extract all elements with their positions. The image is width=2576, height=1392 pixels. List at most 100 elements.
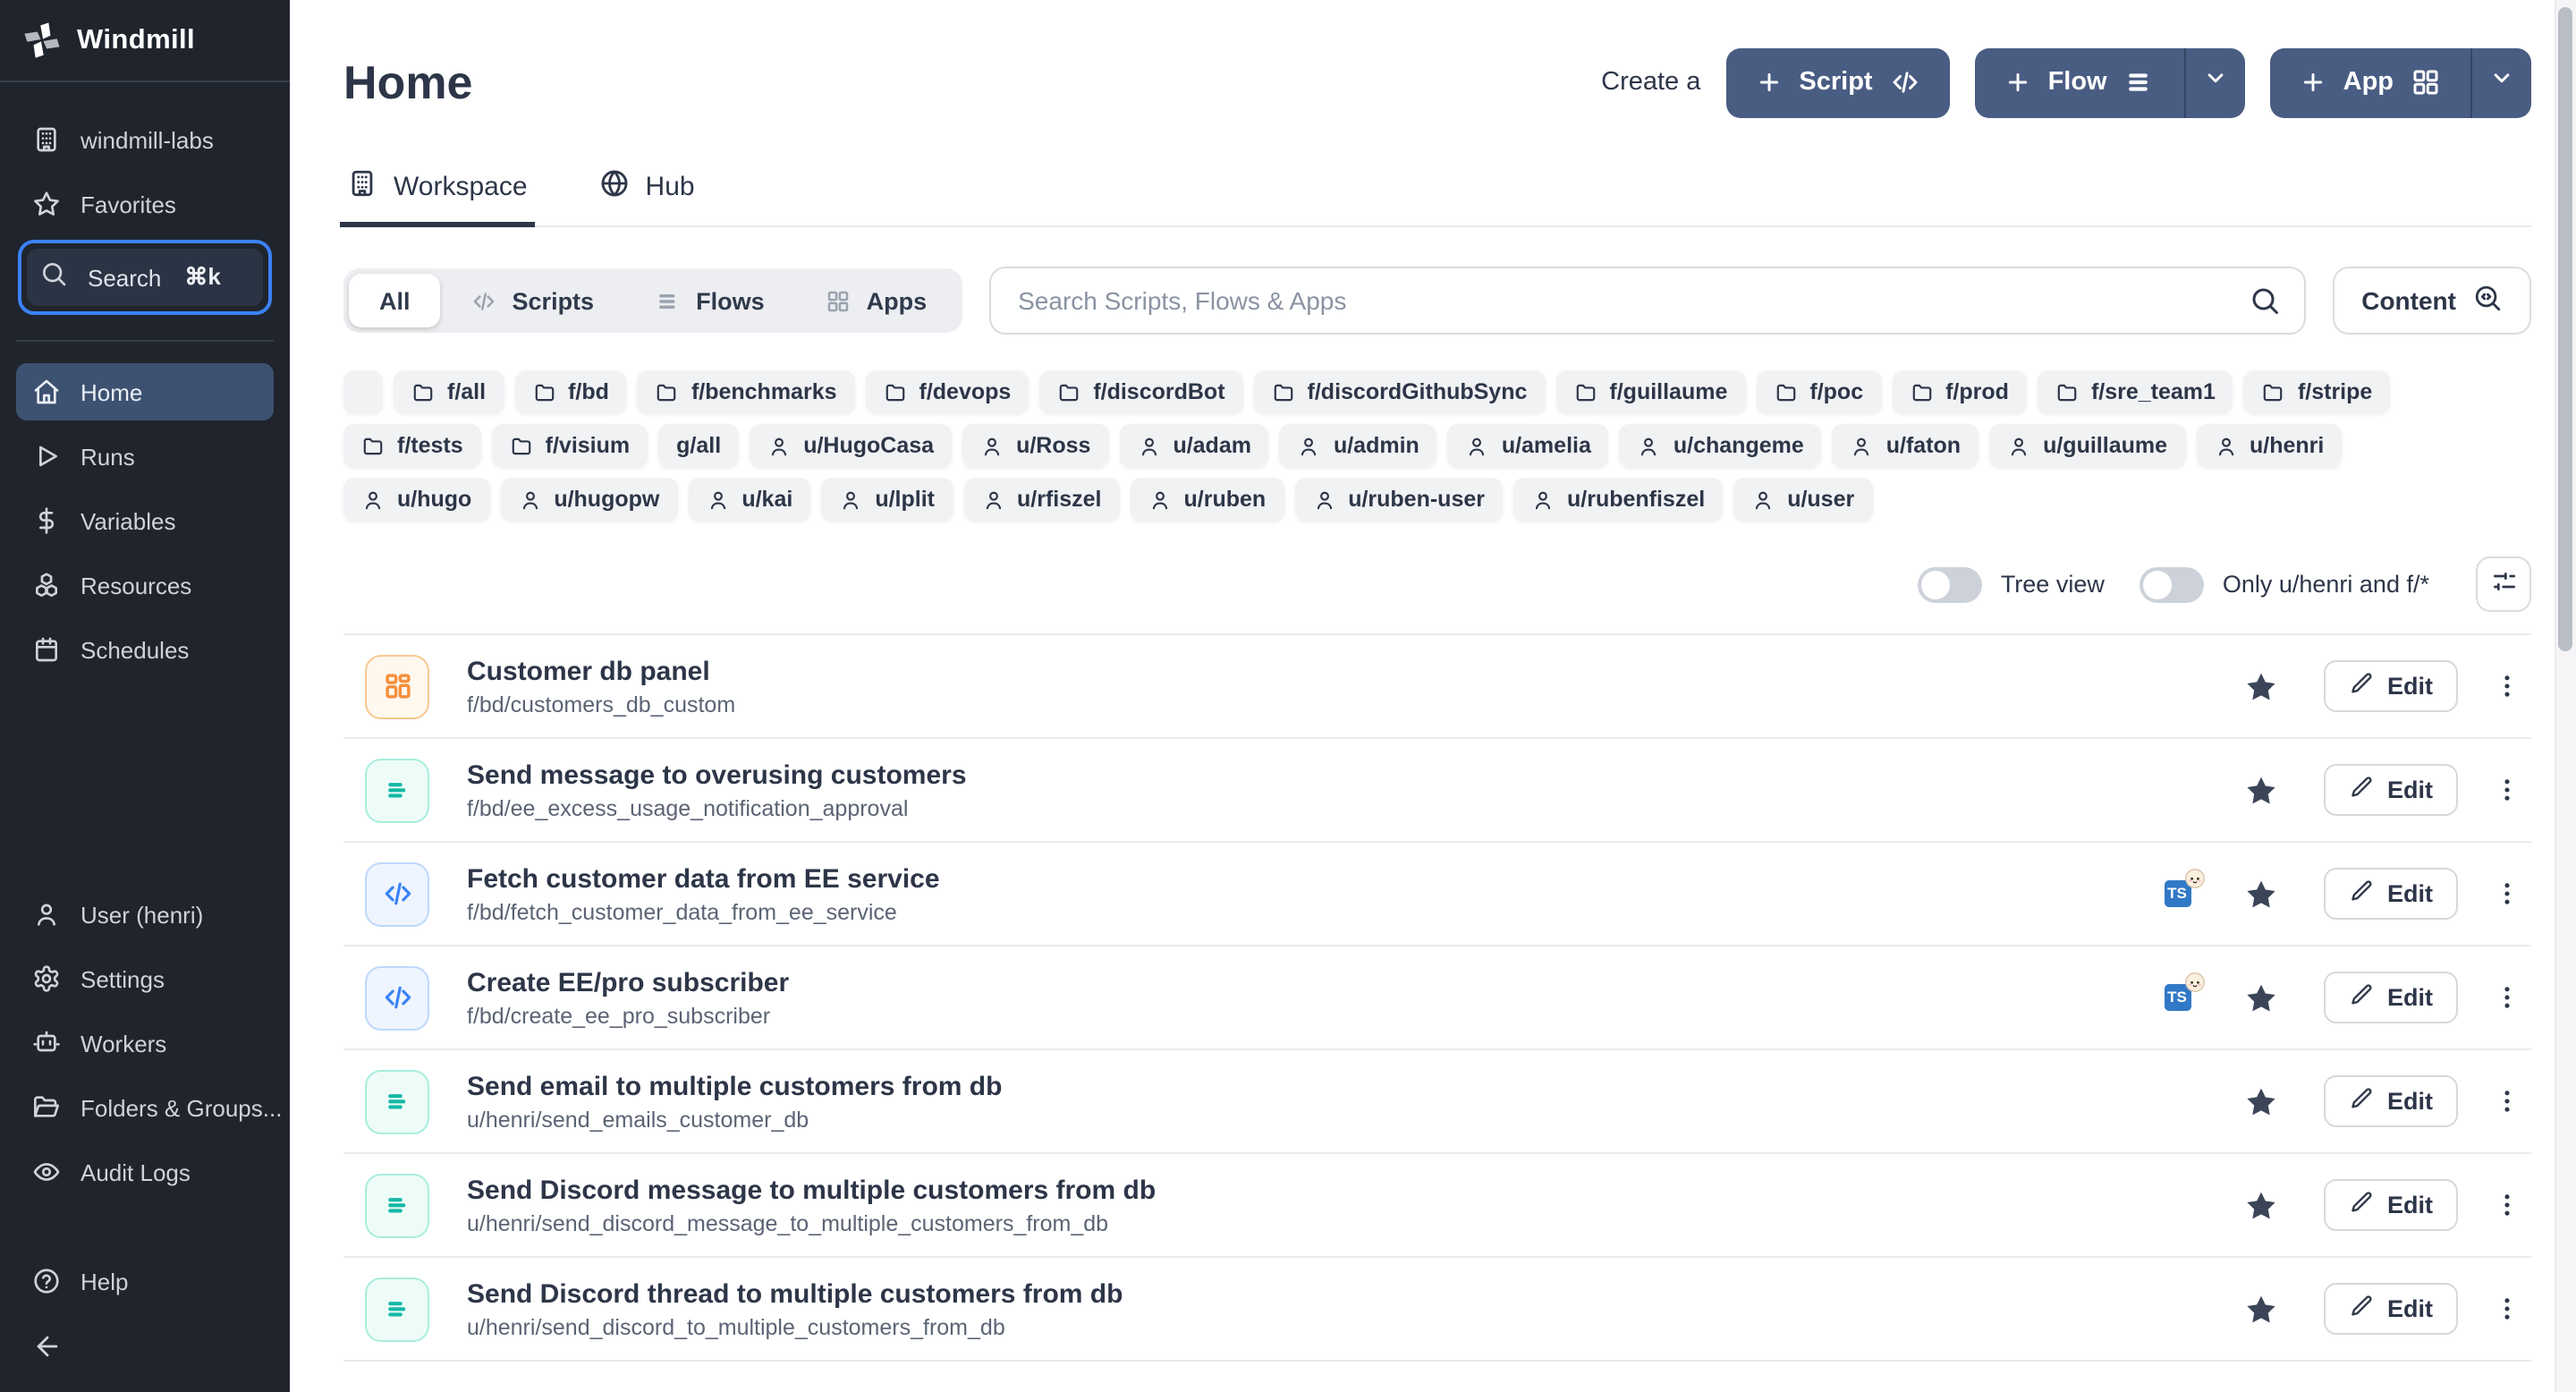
scrollbar-thumb[interactable] [2558, 7, 2572, 651]
sidebar-item-user-henri[interactable]: User (henri) [16, 886, 274, 943]
segment-apps[interactable]: Apps [795, 274, 958, 327]
edit-button[interactable]: Edit [2323, 1179, 2458, 1231]
filter-chip-u-ruben-user[interactable]: u/ruben-user [1294, 478, 1503, 521]
sidebar-item-runs[interactable]: Runs [16, 428, 274, 485]
edit-button[interactable]: Edit [2323, 764, 2458, 816]
sidebar-item-help[interactable]: Help [16, 1252, 274, 1310]
favorite-star-icon[interactable] [2242, 1291, 2278, 1327]
more-options-icon[interactable] [2485, 982, 2528, 1013]
more-options-icon[interactable] [2485, 671, 2528, 701]
favorite-star-icon[interactable] [2242, 772, 2278, 808]
filter-chip-f-sre-team1[interactable]: f/sre_team1 [2038, 370, 2233, 413]
filter-chip-u-faton[interactable]: u/faton [1833, 424, 1979, 467]
sidebar-item-settings[interactable]: Settings [16, 950, 274, 1007]
more-options-icon[interactable] [2485, 1086, 2528, 1116]
segment-flows[interactable]: Flows [624, 274, 795, 327]
content-search-button[interactable]: Content [2333, 267, 2531, 335]
sidebar-search-button[interactable]: Search ⌘k [27, 249, 263, 306]
filter-chip-u-rubenfiszel[interactable]: u/rubenfiszel [1513, 478, 1723, 521]
tab-hub[interactable]: Hub [596, 168, 699, 225]
filter-chip-u-user[interactable]: u/user [1733, 478, 1872, 521]
sidebar-item-folders-groups[interactable]: Folders & Groups... [16, 1079, 274, 1136]
sidebar-item-home[interactable]: Home [16, 363, 274, 420]
sidebar-item-workspace-switcher[interactable]: windmill-labs [16, 111, 274, 168]
edit-button[interactable]: Edit [2323, 660, 2458, 712]
filter-chip-u-ruben[interactable]: u/ruben [1131, 478, 1284, 521]
create-flow-main[interactable]: Flow [1975, 47, 2184, 117]
favorite-star-icon[interactable] [2242, 876, 2278, 912]
item-title[interactable]: Send message to overusing customers [467, 760, 967, 790]
filter-chip-u-kai[interactable]: u/kai [688, 478, 810, 521]
more-options-icon[interactable] [2485, 1294, 2528, 1324]
filter-chip-u-hugocasa[interactable]: u/HugoCasa [750, 424, 952, 467]
create-flow-dropdown[interactable] [2184, 47, 2245, 117]
edit-button[interactable]: Edit [2323, 1075, 2458, 1127]
filter-chip-f-tests[interactable]: f/tests [343, 424, 481, 467]
create-flow-button[interactable]: Flow [1975, 47, 2245, 117]
filter-chip-u-lplit[interactable]: u/lplit [821, 478, 953, 521]
filter-chip-u-ross[interactable]: u/Ross [962, 424, 1108, 467]
scrollbar[interactable] [2555, 0, 2576, 1392]
filter-chip-u-guillaume[interactable]: u/guillaume [1989, 424, 2185, 467]
item-title[interactable]: Create EE/pro subscriber [467, 967, 789, 997]
search-icon[interactable] [2249, 284, 2281, 317]
filter-chip-f-visium[interactable]: f/visium [492, 424, 648, 467]
filter-chip-f-poc[interactable]: f/poc [1756, 370, 1881, 413]
item-title[interactable]: Send Discord thread to multiple customer… [467, 1278, 1123, 1309]
favorite-star-icon[interactable] [2242, 1083, 2278, 1119]
logo-row[interactable]: Windmill [0, 0, 290, 82]
sidebar-item-workers[interactable]: Workers [16, 1014, 274, 1072]
filter-chip-f-devops[interactable]: f/devops [866, 370, 1030, 413]
create-script-main[interactable]: Script [1725, 47, 1949, 117]
sidebar-item-variables[interactable]: Variables [16, 492, 274, 549]
item-title[interactable]: Fetch customer data from EE service [467, 863, 940, 894]
item-title[interactable]: Send email to multiple customers from db [467, 1071, 1002, 1101]
favorite-star-icon[interactable] [2242, 1187, 2278, 1223]
favorite-star-icon[interactable] [2242, 980, 2278, 1015]
filter-chip-u-rfiszel[interactable]: u/rfiszel [963, 478, 1120, 521]
edit-button[interactable]: Edit [2323, 868, 2458, 920]
edit-button[interactable]: Edit [2323, 972, 2458, 1023]
segment-scripts[interactable]: Scripts [441, 274, 625, 327]
sidebar-item-schedules[interactable]: Schedules [16, 621, 274, 678]
sidebar-item-audit-logs[interactable]: Audit Logs [16, 1143, 274, 1201]
segment-all[interactable]: All [349, 274, 441, 327]
filter-chip-f-discordgithubsync[interactable]: f/discordGithubSync [1254, 370, 1546, 413]
create-script-button[interactable]: Script [1725, 47, 1949, 117]
filter-chip-u-changeme[interactable]: u/changeme [1620, 424, 1822, 467]
edit-button[interactable]: Edit [2323, 1283, 2458, 1335]
collapse-sidebar-button[interactable] [16, 1324, 274, 1378]
item-title[interactable]: Send Discord message to multiple custome… [467, 1175, 1156, 1205]
filter-chip-u-admin[interactable]: u/admin [1280, 424, 1437, 467]
search-input[interactable] [1014, 284, 2249, 317]
only-mine-toggle[interactable] [2140, 566, 2205, 602]
tree-view-toggle[interactable] [1919, 566, 1983, 602]
sidebar-item-favorites[interactable]: Favorites [16, 175, 274, 233]
filter-chip-empty[interactable] [343, 370, 383, 413]
filter-chip-g-all[interactable]: g/all [658, 424, 739, 467]
filter-chip-f-all[interactable]: f/all [394, 370, 504, 413]
filter-chip-f-bd[interactable]: f/bd [514, 370, 627, 413]
filter-chip-f-benchmarks[interactable]: f/benchmarks [638, 370, 855, 413]
filter-chip-u-hugo[interactable]: u/hugo [343, 478, 489, 521]
more-options-icon[interactable] [2485, 775, 2528, 805]
more-options-icon[interactable] [2485, 1190, 2528, 1220]
favorite-star-icon[interactable] [2242, 668, 2278, 704]
item-title[interactable]: Customer db panel [467, 656, 735, 686]
filter-chip-u-amelia[interactable]: u/amelia [1448, 424, 1609, 467]
filter-chip-f-discordbot[interactable]: f/discordBot [1039, 370, 1242, 413]
filter-chip-u-hugopw[interactable]: u/hugopw [500, 478, 677, 521]
filter-chip-f-prod[interactable]: f/prod [1892, 370, 2027, 413]
tab-workspace[interactable]: Workspace [343, 168, 531, 225]
search-icon [39, 259, 68, 296]
filter-chip-f-guillaume[interactable]: f/guillaume [1555, 370, 1745, 413]
more-options-icon[interactable] [2485, 878, 2528, 909]
display-settings-button[interactable] [2476, 556, 2531, 612]
create-app-main[interactable]: App [2270, 47, 2470, 117]
filter-chip-f-stripe[interactable]: f/stripe [2244, 370, 2390, 413]
filter-chip-u-henri[interactable]: u/henri [2196, 424, 2342, 467]
filter-chip-u-adam[interactable]: u/adam [1119, 424, 1269, 467]
sidebar-item-resources[interactable]: Resources [16, 556, 274, 614]
create-app-button[interactable]: App [2270, 47, 2531, 117]
create-app-dropdown[interactable] [2470, 47, 2531, 117]
